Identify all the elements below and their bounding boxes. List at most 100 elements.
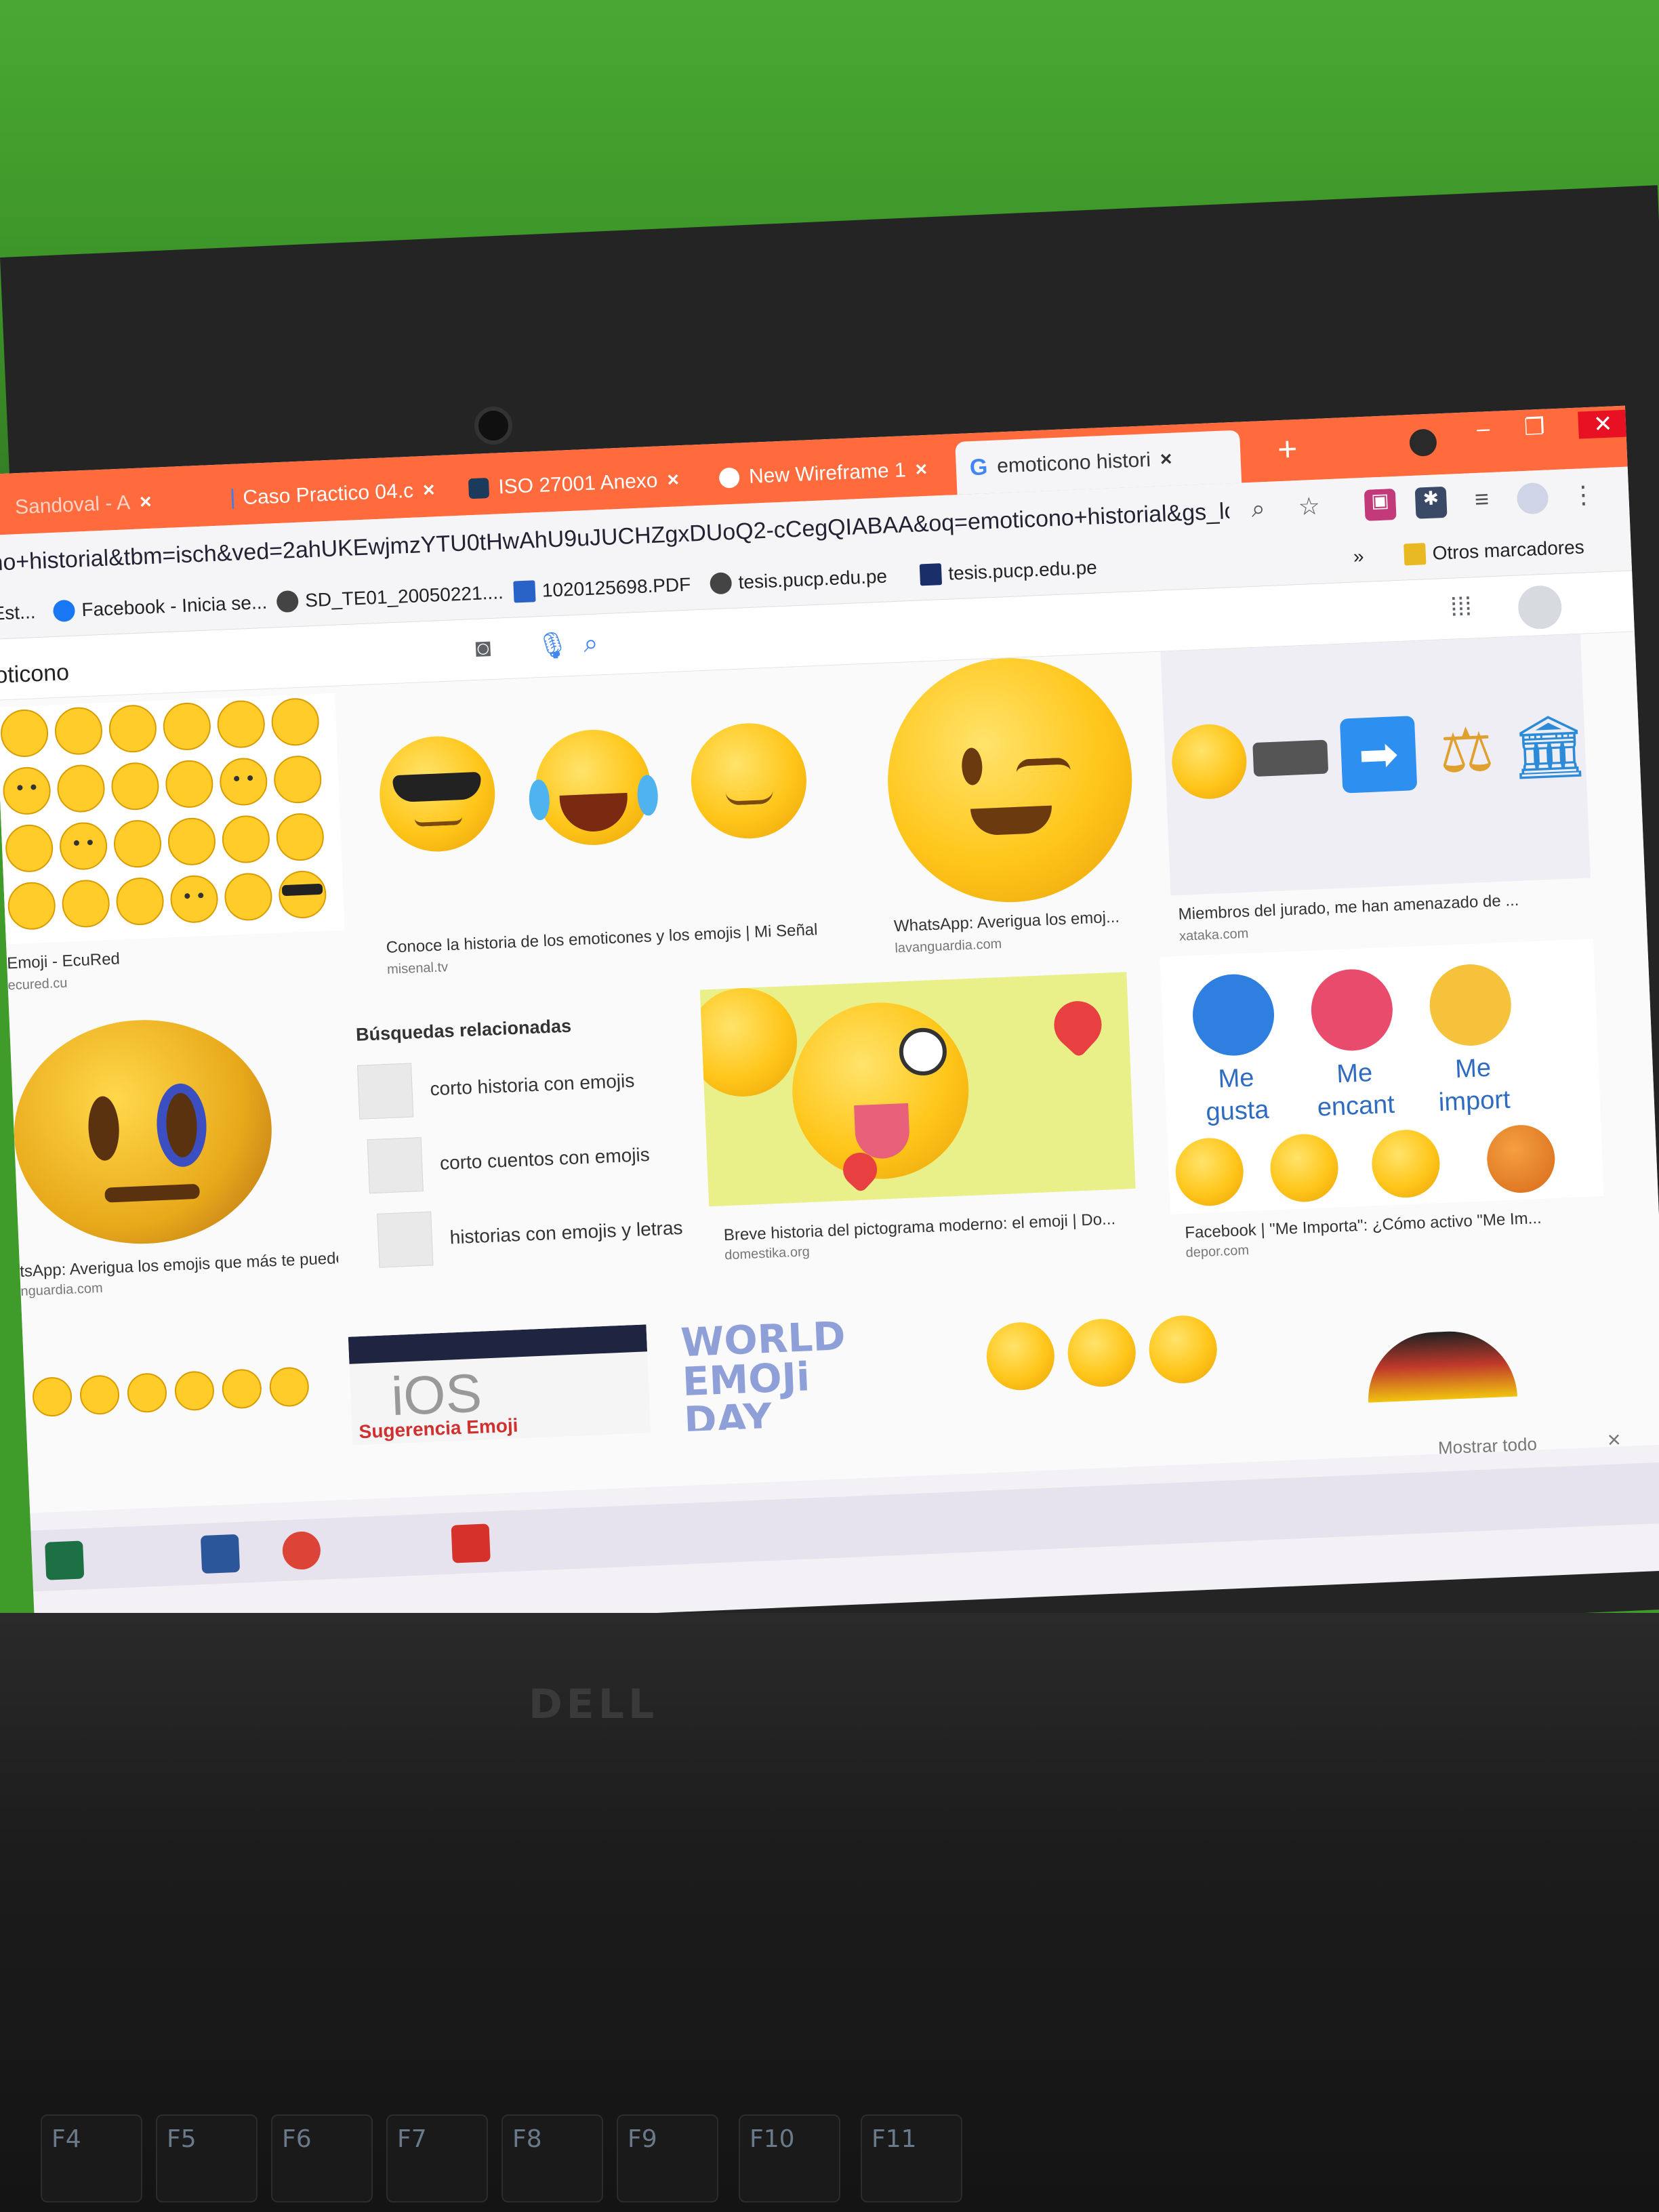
tab-sandoval[interactable]: Sandoval - A × (0, 473, 219, 535)
result-thumbnail[interactable] (0, 693, 345, 945)
close-icon[interactable]: × (667, 468, 680, 492)
result-thumbnail[interactable]: iOS Sugerencia Emoji (348, 1324, 651, 1446)
acrobat-icon[interactable] (451, 1523, 491, 1563)
sad-emoji-icon (1370, 1128, 1441, 1200)
result-thumbnail[interactable] (1310, 1286, 1558, 1405)
extension-icon[interactable]: ▣ (1364, 488, 1397, 521)
result-thumbnail[interactable]: ➡ ⚖ 🏛 (1160, 634, 1591, 896)
winking-emoji-icon (882, 653, 1137, 907)
microphone-icon[interactable]: 🎙 (535, 630, 569, 661)
key-f7[interactable]: F7 (386, 2114, 488, 2203)
result-caption[interactable]: Breve historia del pictograma moderno: e… (723, 1208, 1144, 1245)
result-thumbnail[interactable] (9, 1015, 289, 1249)
zoom-icon[interactable]: ⌕ (1242, 494, 1275, 527)
star-icon[interactable]: ☆ (1293, 491, 1326, 524)
bookmark-item[interactable]: tesis.pucp.edu.pe (919, 556, 1098, 586)
tab-new-wireframe[interactable]: New Wireframe 1 × (705, 443, 951, 506)
show-all-downloads[interactable]: Mostrar todo (1437, 1433, 1537, 1458)
bookmark-label: tesis.pucp.edu.pe (947, 556, 1098, 584)
bookmark-label: tesis.pucp.edu.pe (737, 565, 888, 593)
close-icon[interactable]: × (422, 478, 435, 502)
bookmark-item[interactable]: Facebook - Inicia se... (52, 592, 268, 623)
tab-iso-27001[interactable]: ISO 27001 Anexo × (454, 453, 700, 516)
result-source: lavanguardia.com (895, 936, 1002, 956)
reaction-label: Me gusta (1205, 1063, 1270, 1127)
account-avatar[interactable] (1517, 584, 1563, 630)
related-search-item[interactable]: historias con emojis y letras (377, 1197, 684, 1271)
result-thumbnail[interactable] (363, 706, 844, 888)
tab-label: Sandoval - A (14, 491, 131, 519)
tab-caso-practico[interactable]: Caso Practico 04.c × (217, 464, 449, 526)
close-icon[interactable]: × (1160, 448, 1172, 472)
result-thumbnail[interactable]: WORLD EMOJi DAY (673, 1313, 921, 1432)
dell-logo: DELL (529, 1681, 659, 1728)
world-emoji-day-title: WORLD EMOJi DAY (680, 1313, 846, 1432)
tongue-wink-emoji-icon (788, 999, 972, 1183)
key-f4[interactable]: F4 (41, 2114, 142, 2203)
reaction-label: Me encant (1316, 1059, 1395, 1122)
thinking-emoji-icon (1170, 722, 1248, 801)
minimize-button[interactable]: – (1476, 415, 1490, 443)
result-caption[interactable]: tsApp: Averigua los emojis que más te pu… (20, 1249, 339, 1282)
result-source: ecured.cu (7, 975, 68, 994)
puzzle-icon[interactable]: ✱ (1414, 486, 1448, 519)
media-icon[interactable]: ≡ (1466, 485, 1498, 517)
result-thumbnail[interactable] (23, 1331, 338, 1439)
apps-icon[interactable]: ⁞⁞⁞ (1450, 592, 1472, 622)
related-search-item[interactable]: corto cuentos con emojis (367, 1124, 651, 1197)
document-icon (513, 580, 536, 603)
key-f10[interactable]: F10 (739, 2114, 840, 2203)
record-icon[interactable] (1409, 428, 1437, 457)
bookmark-item[interactable]: Est... (0, 601, 36, 625)
reaction-care: Me import (1411, 962, 1532, 1120)
bookmark-item[interactable]: SD_TE01_20050221.... (276, 581, 504, 613)
other-bookmarks[interactable]: Otros marcadores (1404, 536, 1584, 566)
search-icon[interactable]: ⌕ (583, 629, 598, 659)
result-caption[interactable]: Facebook | "Me Importa": ¿Cómo activo "M… (1185, 1206, 1605, 1243)
result-thumbnail[interactable]: Me gusta Me encant Me import (1160, 939, 1604, 1214)
result-caption[interactable]: Emoji - EcuRed (7, 941, 333, 973)
window-close-button[interactable]: ✕ (1578, 409, 1629, 439)
close-icon[interactable]: × (915, 458, 928, 482)
result-thumbnail[interactable] (699, 972, 1136, 1207)
profile-avatar[interactable] (1516, 482, 1549, 515)
wow-emoji-icon (1269, 1132, 1340, 1204)
injured-emoji-icon (9, 1015, 276, 1249)
restore-button[interactable]: ❐ (1523, 413, 1545, 441)
close-icon[interactable]: × (139, 491, 152, 514)
result-source: domestika.org (724, 1244, 811, 1263)
sunglasses-emoji-icon (377, 734, 497, 855)
laughing-emoji-icon (699, 985, 800, 1099)
result-caption[interactable]: Miembros del jurado, me han amenazado de… (1178, 888, 1585, 924)
new-tab-button[interactable]: + (1277, 429, 1298, 469)
result-thumbnail[interactable] (971, 1299, 1260, 1419)
related-search-item[interactable]: corto historia con emojis (356, 1050, 636, 1123)
reaction-label: Me import (1438, 1053, 1511, 1118)
pistol-icon (1252, 739, 1329, 777)
key-label: F10 (750, 2125, 795, 2153)
camera-icon[interactable]: ◙ (475, 634, 492, 663)
key-f11[interactable]: F11 (861, 2114, 962, 2203)
result-thumbnail[interactable] (869, 653, 1151, 914)
result-source: nguardia.com (20, 1280, 104, 1299)
bookmark-item[interactable]: tesis.pucp.edu.pe (710, 565, 888, 595)
bookmark-item[interactable]: 1020125698.PDF (513, 574, 691, 603)
bookmark-label: 1020125698.PDF (541, 573, 691, 601)
result-source: misenal.tv (386, 960, 449, 977)
key-label: F5 (167, 2125, 197, 2153)
word-icon[interactable] (200, 1534, 241, 1574)
key-f6[interactable]: F6 (271, 2114, 373, 2203)
related-search-label: corto cuentos con emojis (439, 1143, 651, 1174)
thumbs-up-icon (1191, 972, 1276, 1058)
key-f8[interactable]: F8 (501, 2114, 603, 2203)
result-caption[interactable]: Conoce la historia de los emoticones y l… (386, 918, 874, 958)
key-f9[interactable]: F9 (617, 2114, 718, 2203)
d-icon (919, 563, 943, 586)
menu-icon[interactable]: ⋮ (1567, 480, 1599, 512)
key-f5[interactable]: F5 (156, 2114, 258, 2203)
related-thumbnail (377, 1211, 434, 1268)
bookmarks-overflow-button[interactable]: » (1353, 546, 1364, 568)
excel-icon[interactable] (45, 1540, 85, 1580)
chrome-icon[interactable] (281, 1530, 322, 1571)
download-bar-close[interactable]: × (1607, 1427, 1621, 1454)
